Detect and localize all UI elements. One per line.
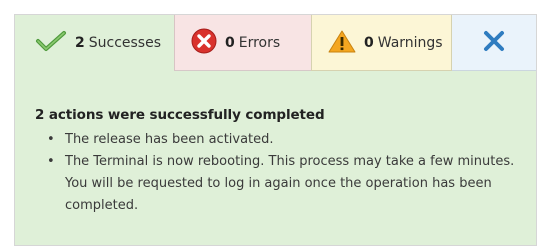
tab-successes[interactable]: 2 Successes	[15, 15, 174, 71]
errors-label: Errors	[238, 34, 281, 51]
message-list: The release has been activated. The Term…	[35, 129, 515, 217]
checkmark-icon	[35, 30, 67, 56]
notification-panel: 2 Successes 0 Errors 0 Warnings 2 action…	[14, 14, 537, 246]
close-button[interactable]	[452, 15, 536, 71]
successes-label: Successes	[88, 35, 162, 51]
warnings-count: 0	[364, 34, 374, 51]
tab-warnings[interactable]: 0 Warnings	[311, 15, 452, 71]
message-content: 2 actions were successfully completed Th…	[35, 107, 515, 217]
warning-icon	[328, 29, 356, 57]
tab-bar: 2 Successes 0 Errors 0 Warnings	[15, 15, 536, 71]
error-icon	[191, 28, 217, 58]
tab-errors[interactable]: 0 Errors	[174, 15, 311, 71]
list-item: The release has been activated.	[47, 129, 515, 151]
close-icon[interactable]	[483, 30, 505, 56]
warnings-label: Warnings	[377, 34, 443, 51]
successes-count: 2	[75, 35, 85, 51]
list-item: The Terminal is now rebooting. This proc…	[47, 151, 515, 217]
message-heading: 2 actions were successfully completed	[35, 107, 325, 123]
errors-count: 0	[225, 34, 235, 51]
notification-frame: 2 Successes 0 Errors 0 Warnings 2 action…	[0, 0, 538, 249]
